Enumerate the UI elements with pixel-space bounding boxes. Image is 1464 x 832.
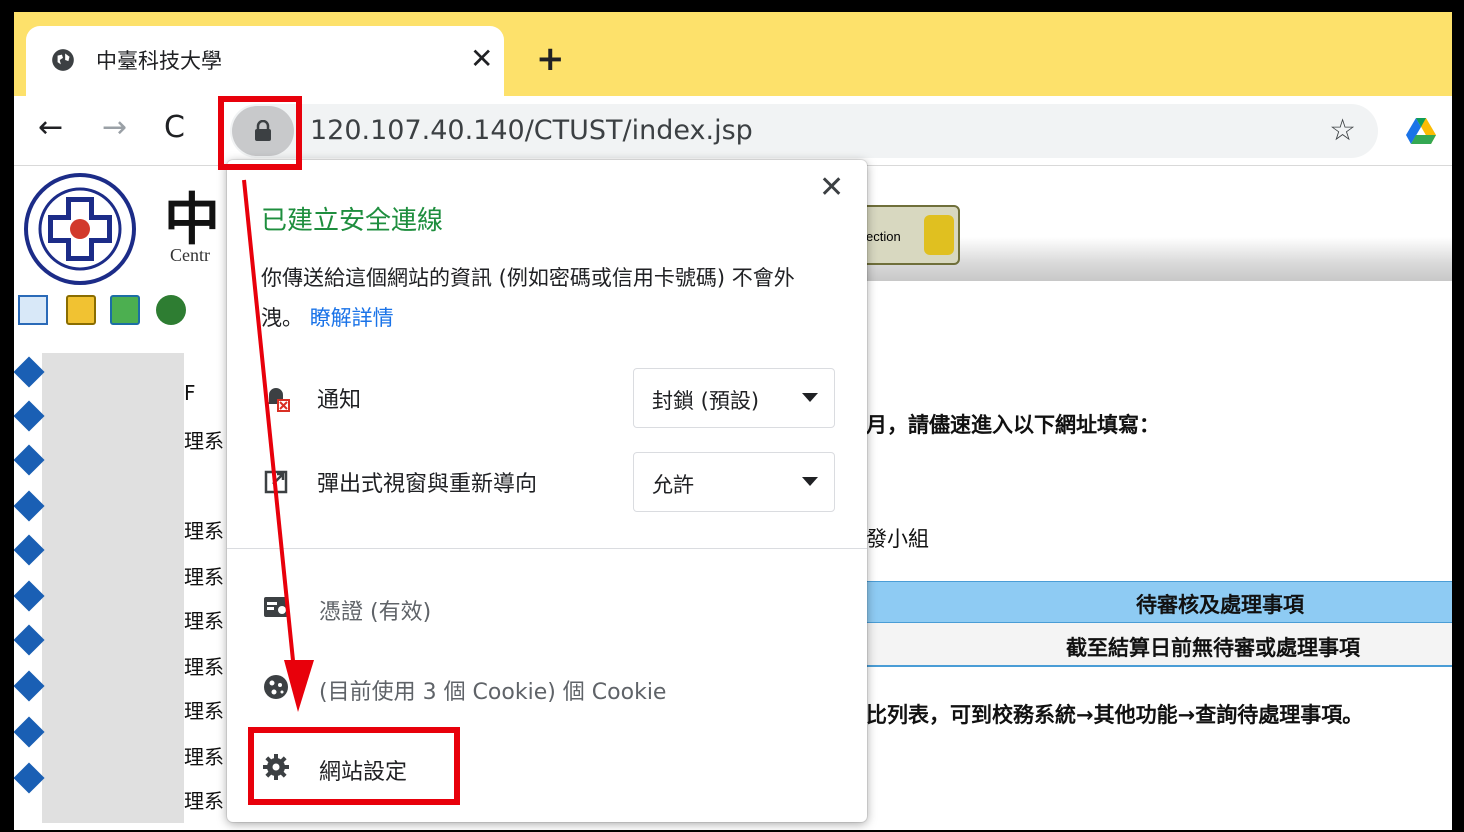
tree-icon[interactable] [156, 295, 186, 325]
certificate-label: 憑證 (有效) [319, 600, 432, 625]
permission-label: 彈出式視窗與重新導向 [317, 472, 538, 497]
sidebar-item[interactable]: 理系 [184, 695, 224, 724]
new-tab-button[interactable]: + [536, 42, 565, 76]
badge-text: ection [866, 229, 901, 244]
chevron-down-icon [802, 477, 818, 486]
sidebar-item[interactable]: 理系 [184, 741, 224, 770]
transfer-icon[interactable] [110, 295, 140, 325]
learn-more-link[interactable]: 瞭解詳情 [310, 306, 394, 330]
chevron-down-icon [802, 393, 818, 402]
school-name-large: 中 [164, 187, 220, 253]
google-drive-icon[interactable] [1406, 118, 1436, 144]
sidebar-item[interactable]: F [184, 381, 196, 405]
reload-button[interactable]: C [164, 110, 185, 146]
notification-blocked-icon [267, 388, 290, 412]
sidebar-item[interactable]: 理系 [184, 785, 224, 814]
table-header: 待審核及處理事項 [866, 581, 1452, 623]
address-bar[interactable]: 120.107.40.140/CTUST/index.jsp ☆ [230, 104, 1378, 158]
popups-select[interactable]: 允許 [633, 452, 835, 512]
divider [227, 548, 867, 549]
book-icon [14, 670, 45, 702]
expand-icon[interactable] [18, 295, 48, 325]
connection-description: 你傳送給這個網站的資訊 (例如密碼或信用卡號碼) 不會外洩。 瞭解詳情 [261, 258, 831, 338]
close-icon[interactable]: ✕ [819, 170, 844, 206]
clipboard-icon[interactable] [66, 295, 96, 325]
table-header-label: 待審核及處理事項 [1136, 593, 1304, 617]
sidebar-item[interactable]: 理系 [184, 605, 224, 634]
back-button[interactable]: ← [38, 110, 63, 146]
school-logo [24, 173, 136, 285]
book-icon [14, 400, 45, 432]
bookmark-star-icon[interactable]: ☆ [1329, 114, 1356, 148]
highlight-site-settings-box [248, 727, 460, 805]
cookies-row[interactable]: (目前使用 3 個 Cookie) 個 Cookie [227, 658, 867, 718]
table-row: 截至結算日前無待審或處理事項 [866, 623, 1452, 667]
forward-button[interactable]: → [102, 110, 127, 146]
notifications-select[interactable]: 封鎖 (預設) [633, 368, 835, 428]
list-note-text: 比列表，可到校務系統→其他功能→查詢待處理事項。 [866, 703, 1364, 727]
cookie-icon [264, 675, 288, 699]
book-icon [14, 356, 45, 388]
sidebar-menu: F 理系 理系 理系 理系 理系 理系 理系 理系 [14, 353, 226, 830]
url-text[interactable]: 120.107.40.140/CTUST/index.jsp [310, 114, 753, 148]
connection-secure-title: 已建立安全連線 [261, 206, 444, 236]
permission-label: 通知 [317, 388, 362, 413]
fill-notice-text: 月，請儘速進入以下網址填寫： [866, 413, 1160, 437]
school-name-english: Centr [170, 245, 210, 265]
book-icon [14, 580, 45, 612]
book-icon [14, 534, 45, 566]
table-cell: 截至結算日前無待審或處理事項 [1066, 636, 1360, 660]
globe-icon [52, 49, 74, 71]
sidebar-item[interactable]: 理系 [184, 425, 224, 454]
cookies-label: (目前使用 3 個 Cookie) 個 Cookie [319, 680, 667, 705]
highlight-lock-box [218, 96, 302, 170]
tab-title: 中臺科技大學 [96, 49, 222, 73]
tab-strip: 中臺科技大學 ✕ + [14, 12, 1452, 98]
sidebar-item[interactable]: 理系 [184, 651, 224, 680]
sidebar-redacted-area [42, 353, 184, 823]
permission-notifications: 通知 封鎖 (預設) [227, 368, 867, 428]
select-value: 封鎖 (預設) [652, 389, 760, 413]
tab-active[interactable]: 中臺科技大學 ✕ [26, 26, 504, 98]
book-icon [14, 624, 45, 656]
tab-close-icon[interactable]: ✕ [470, 44, 493, 74]
book-icon [14, 444, 45, 476]
popup-redirect-icon [264, 470, 288, 494]
certificate-icon [264, 597, 288, 617]
sidebar-item[interactable]: 理系 [184, 515, 224, 544]
permission-popups: 彈出式視窗與重新導向 允許 [227, 452, 867, 512]
book-icon [14, 490, 45, 522]
site-info-popup: ✕ 已建立安全連線 你傳送給這個網站的資訊 (例如密碼或信用卡號碼) 不會外洩。… [227, 160, 867, 822]
book-icon [14, 716, 45, 748]
book-icon [14, 762, 45, 794]
group-text: 發小組 [866, 527, 929, 551]
certificate-row[interactable]: 憑證 (有效) [227, 578, 867, 638]
select-value: 允許 [652, 473, 694, 497]
badge-lock-icon [924, 215, 954, 255]
sidebar-item[interactable]: 理系 [184, 561, 224, 590]
